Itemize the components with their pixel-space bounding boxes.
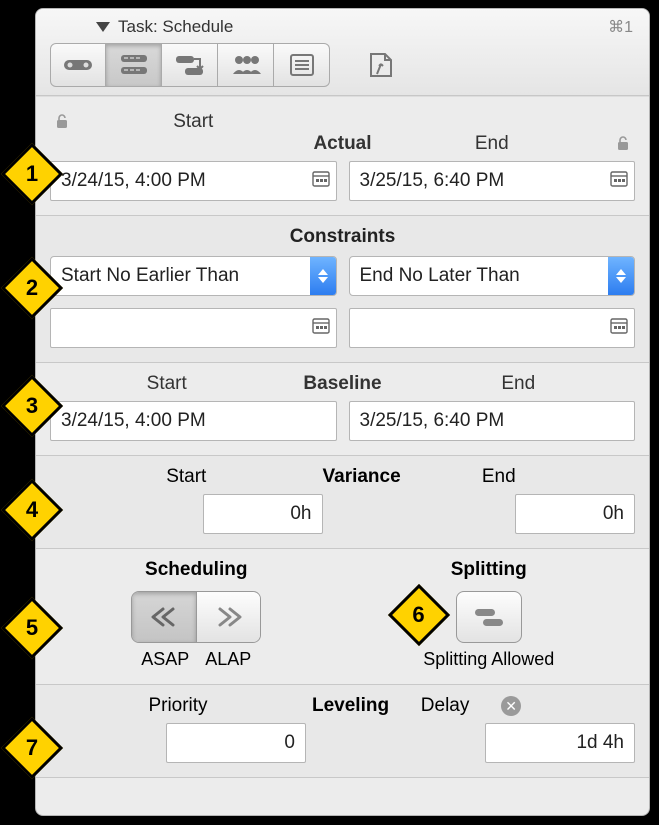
tab-dependencies[interactable] bbox=[162, 43, 218, 87]
baseline-start-label: Start bbox=[50, 373, 283, 395]
constraint-start-select[interactable]: Start No Earlier Than bbox=[50, 256, 337, 296]
section-scheduling-splitting: Scheduling ASAP ALAP Splitting bbox=[36, 549, 649, 685]
leveling-delay-label: Delay bbox=[395, 695, 495, 717]
constraints-title: Constraints bbox=[50, 226, 635, 248]
constraint-start-date-field[interactable] bbox=[50, 308, 337, 348]
constraint-end-option: End No Later Than bbox=[350, 265, 609, 287]
disclosure-triangle-icon[interactable] bbox=[96, 22, 110, 32]
baseline-end-label: End bbox=[402, 373, 635, 395]
stepper-icon bbox=[310, 257, 336, 295]
actual-title: Actual bbox=[313, 133, 373, 155]
section-baseline: Start Baseline End 3/24/15, 4:00 PM 3/25… bbox=[36, 363, 649, 456]
inspector-title: Task: Schedule bbox=[118, 17, 233, 37]
asap-label: ASAP bbox=[141, 649, 189, 670]
splitting-title: Splitting bbox=[343, 559, 636, 581]
leveling-priority-field[interactable]: 0 bbox=[166, 723, 306, 763]
constraint-start-option: Start No Earlier Than bbox=[51, 265, 310, 287]
callout-3: 3 bbox=[10, 384, 54, 428]
scheduling-segment bbox=[131, 591, 261, 643]
baseline-end-value: 3/25/15, 6:40 PM bbox=[360, 410, 629, 432]
scheduling-title: Scheduling bbox=[50, 559, 343, 581]
variance-end-value: 0h bbox=[603, 503, 624, 525]
callout-2: 2 bbox=[10, 266, 54, 310]
stepper-icon bbox=[608, 257, 634, 295]
baseline-start-field[interactable]: 3/24/15, 4:00 PM bbox=[50, 401, 337, 441]
lock-start-icon[interactable] bbox=[50, 113, 74, 131]
callout-4: 4 bbox=[10, 488, 54, 532]
section-constraints: Constraints Start No Earlier Than End No… bbox=[36, 216, 649, 363]
callout-1: 1 bbox=[10, 152, 54, 196]
constraint-end-date-field[interactable] bbox=[349, 308, 636, 348]
clear-delay-button[interactable]: ✕ bbox=[501, 696, 521, 716]
actual-start-field[interactable]: 3/24/15, 4:00 PM bbox=[50, 161, 337, 201]
inspector-panel: Task: Schedule ⌘1 bbox=[35, 8, 650, 816]
callout-5: 5 bbox=[10, 606, 54, 650]
section-actual: Start Actual End 3/24/15, 4:00 PM 3/25/1… bbox=[36, 96, 649, 216]
tab-notes[interactable] bbox=[274, 43, 330, 87]
callout-6: 6 bbox=[397, 593, 441, 637]
splitting-toggle[interactable] bbox=[456, 591, 522, 643]
leveling-delay-value: 1d 4h bbox=[576, 732, 624, 754]
splitting-allowed-label: Splitting Allowed bbox=[343, 649, 636, 670]
variance-end-label: End bbox=[363, 466, 636, 488]
leveling-delay-field[interactable]: 1d 4h bbox=[485, 723, 635, 763]
variance-end-field: 0h bbox=[515, 494, 635, 534]
actual-end-field[interactable]: 3/25/15, 6:40 PM bbox=[349, 161, 636, 201]
leveling-title: Leveling bbox=[312, 695, 389, 717]
calendar-icon[interactable] bbox=[312, 169, 330, 193]
alap-button[interactable] bbox=[196, 592, 260, 642]
inspector-toolbar bbox=[46, 43, 639, 87]
section-variance: Start Variance End 0h 0h bbox=[36, 456, 649, 549]
actual-start-value: 3/24/15, 4:00 PM bbox=[61, 170, 312, 192]
inspector-header: Task: Schedule ⌘1 bbox=[36, 9, 649, 96]
section-leveling: Priority Leveling Delay ✕ 0 1d 4h bbox=[36, 685, 649, 778]
variance-title: Variance bbox=[323, 466, 363, 488]
variance-start-field: 0h bbox=[203, 494, 323, 534]
constraint-end-select[interactable]: End No Later Than bbox=[349, 256, 636, 296]
variance-start-label: Start bbox=[50, 466, 323, 488]
lock-end-icon[interactable] bbox=[611, 135, 635, 153]
actual-start-label: Start bbox=[74, 111, 313, 133]
keyboard-shortcut: ⌘1 bbox=[608, 17, 633, 37]
variance-start-value: 0h bbox=[290, 503, 311, 525]
asap-button[interactable] bbox=[132, 592, 196, 642]
baseline-end-field[interactable]: 3/25/15, 6:40 PM bbox=[349, 401, 636, 441]
calendar-icon[interactable] bbox=[610, 316, 628, 340]
leveling-priority-value: 0 bbox=[284, 732, 295, 754]
tab-custom-data[interactable] bbox=[352, 43, 408, 87]
actual-end-value: 3/25/15, 6:40 PM bbox=[360, 170, 611, 192]
baseline-title: Baseline bbox=[283, 373, 401, 395]
baseline-start-value: 3/24/15, 4:00 PM bbox=[61, 410, 330, 432]
calendar-icon[interactable] bbox=[312, 316, 330, 340]
tab-resources[interactable] bbox=[218, 43, 274, 87]
leveling-priority-label: Priority bbox=[50, 695, 306, 717]
alap-label: ALAP bbox=[205, 649, 251, 670]
tab-schedule[interactable] bbox=[106, 43, 162, 87]
tab-task-info[interactable] bbox=[50, 43, 106, 87]
callout-7: 7 bbox=[10, 726, 54, 770]
calendar-icon[interactable] bbox=[610, 169, 628, 193]
actual-end-label: End bbox=[373, 133, 612, 155]
